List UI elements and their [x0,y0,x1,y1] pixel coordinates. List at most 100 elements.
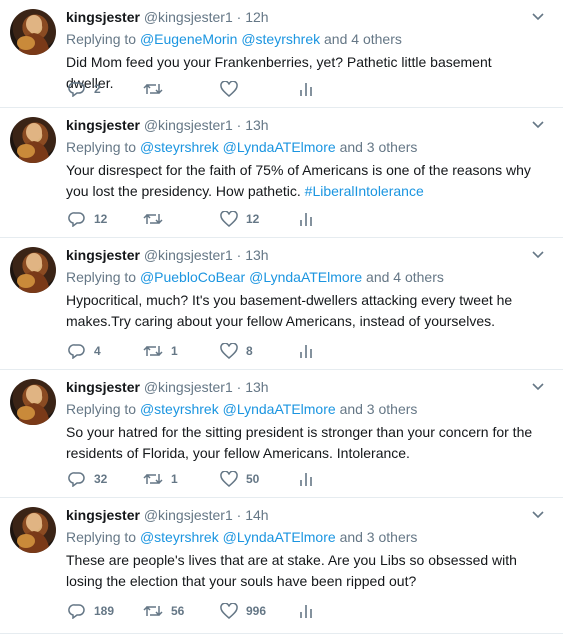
tweet-text: So your hatred for the sitting president… [66,422,536,464]
chevron-down-icon[interactable] [531,508,545,522]
tweet-text-body: Your disrespect for the faith of 75% of … [66,162,531,199]
analytics-button[interactable] [299,341,313,361]
reply-icon [68,472,85,487]
user-handle[interactable]: @kingsjester1 [144,9,233,25]
reply-icon [68,604,85,619]
retweet-button[interactable]: 56 [143,601,184,621]
retweet-button[interactable]: 1 [143,341,178,361]
chevron-down-icon[interactable] [531,118,545,132]
heart-icon [220,471,238,487]
avatar[interactable] [10,507,56,553]
avatar[interactable] [10,117,56,163]
analytics-button[interactable] [299,469,313,489]
hashtag-link[interactable]: #LiberalIntolerance [305,183,424,199]
tweet-feed: kingsjester @kingsjester1 · 12h Replying… [0,0,563,634]
like-count: 996 [246,604,267,618]
heart-icon [220,81,238,97]
replying-prefix: Replying to [66,401,137,417]
user-handle[interactable]: @kingsjester1 [144,379,233,395]
retweet-icon [143,83,163,95]
like-button[interactable]: 996 [220,601,266,621]
user-handle[interactable]: @kingsjester1 [144,507,233,523]
replying-others[interactable]: and 4 others [366,269,444,285]
tweet-actions: 2 [66,79,326,99]
reply-button[interactable]: 2 [68,79,101,99]
display-name[interactable]: kingsjester [66,117,140,133]
retweet-icon [143,213,163,225]
tweet[interactable]: kingsjester @kingsjester1 · 14h Replying… [0,498,563,634]
chevron-down-icon[interactable] [531,380,545,394]
replying-others[interactable]: and 3 others [340,401,418,417]
analytics-button[interactable] [299,79,313,99]
like-button[interactable] [220,79,246,99]
avatar[interactable] [10,9,56,55]
chevron-down-icon[interactable] [531,10,545,24]
display-name[interactable]: kingsjester [66,9,140,25]
timestamp[interactable]: 13h [245,247,268,263]
separator-dot: · [236,117,242,133]
like-button[interactable]: 50 [220,469,259,489]
timestamp[interactable]: 14h [245,507,268,523]
separator-dot: · [236,507,242,523]
like-button[interactable]: 8 [220,341,253,361]
timestamp[interactable]: 12h [245,9,268,25]
analytics-button[interactable] [299,209,313,229]
mention-link[interactable]: @EugeneMorin [140,31,238,47]
avatar[interactable] [10,247,56,293]
heart-icon [220,603,238,619]
reply-button[interactable]: 189 [68,601,114,621]
mention-link[interactable]: @LyndaATElmore [223,401,336,417]
heart-icon [220,211,238,227]
tweet-text: Hypocritical, much? It's you basement-dw… [66,290,536,332]
display-name[interactable]: kingsjester [66,247,140,263]
like-button[interactable]: 12 [220,209,259,229]
display-name[interactable]: kingsjester [66,379,140,395]
tweet[interactable]: kingsjester @kingsjester1 · 13h Replying… [0,238,563,370]
reply-button[interactable]: 12 [68,209,107,229]
display-name[interactable]: kingsjester [66,507,140,523]
user-handle[interactable]: @kingsjester1 [144,247,233,263]
replying-prefix: Replying to [66,31,137,47]
reply-count: 32 [94,472,108,486]
mention-link[interactable]: @steyrshrek [140,139,219,155]
separator-dot: · [236,379,242,395]
replying-to: Replying to @EugeneMorin @steyrshrek and… [66,30,402,48]
analytics-button[interactable] [299,601,313,621]
replying-others[interactable]: and 4 others [324,31,402,47]
retweet-icon [143,605,163,617]
avatar[interactable] [10,379,56,425]
mention-link[interactable]: @PuebloCoBear [140,269,245,285]
tweet[interactable]: kingsjester @kingsjester1 · 12h Replying… [0,0,563,108]
reply-count: 189 [94,604,115,618]
mention-link[interactable]: @LyndaATElmore [223,529,336,545]
mention-link[interactable]: @LyndaATElmore [223,139,336,155]
tweet[interactable]: kingsjester @kingsjester1 · 13h Replying… [0,108,563,238]
tweet-header: kingsjester @kingsjester1 · 14h [66,506,269,524]
mention-link[interactable]: @LyndaATElmore [249,269,362,285]
user-handle[interactable]: @kingsjester1 [144,117,233,133]
mention-link[interactable]: @steyrshrek [140,401,219,417]
chevron-down-icon[interactable] [531,248,545,262]
retweet-icon [143,473,163,485]
replying-others[interactable]: and 3 others [340,529,418,545]
tweet-text-body: So your hatred for the sitting president… [66,424,533,461]
tweet-actions: 4 1 8 [66,341,326,361]
retweet-button[interactable] [143,209,171,229]
reply-button[interactable]: 32 [68,469,107,489]
timestamp[interactable]: 13h [245,379,268,395]
tweet-actions: 189 56 996 [66,601,326,621]
retweet-count: 1 [171,472,178,486]
tweet-text: Your disrespect for the faith of 75% of … [66,160,536,202]
reply-button[interactable]: 4 [68,341,101,361]
retweet-button[interactable] [143,79,171,99]
tweet-actions: 12 12 [66,209,326,229]
analytics-icon [300,213,312,226]
replying-prefix: Replying to [66,529,137,545]
mention-link[interactable]: @steyrshrek [241,31,320,47]
tweet[interactable]: kingsjester @kingsjester1 · 13h Replying… [0,370,563,498]
retweet-button[interactable]: 1 [143,469,178,489]
replying-others[interactable]: and 3 others [340,139,418,155]
timestamp[interactable]: 13h [245,117,268,133]
mention-link[interactable]: @steyrshrek [140,529,219,545]
replying-to: Replying to @PuebloCoBear @LyndaATElmore… [66,268,444,286]
